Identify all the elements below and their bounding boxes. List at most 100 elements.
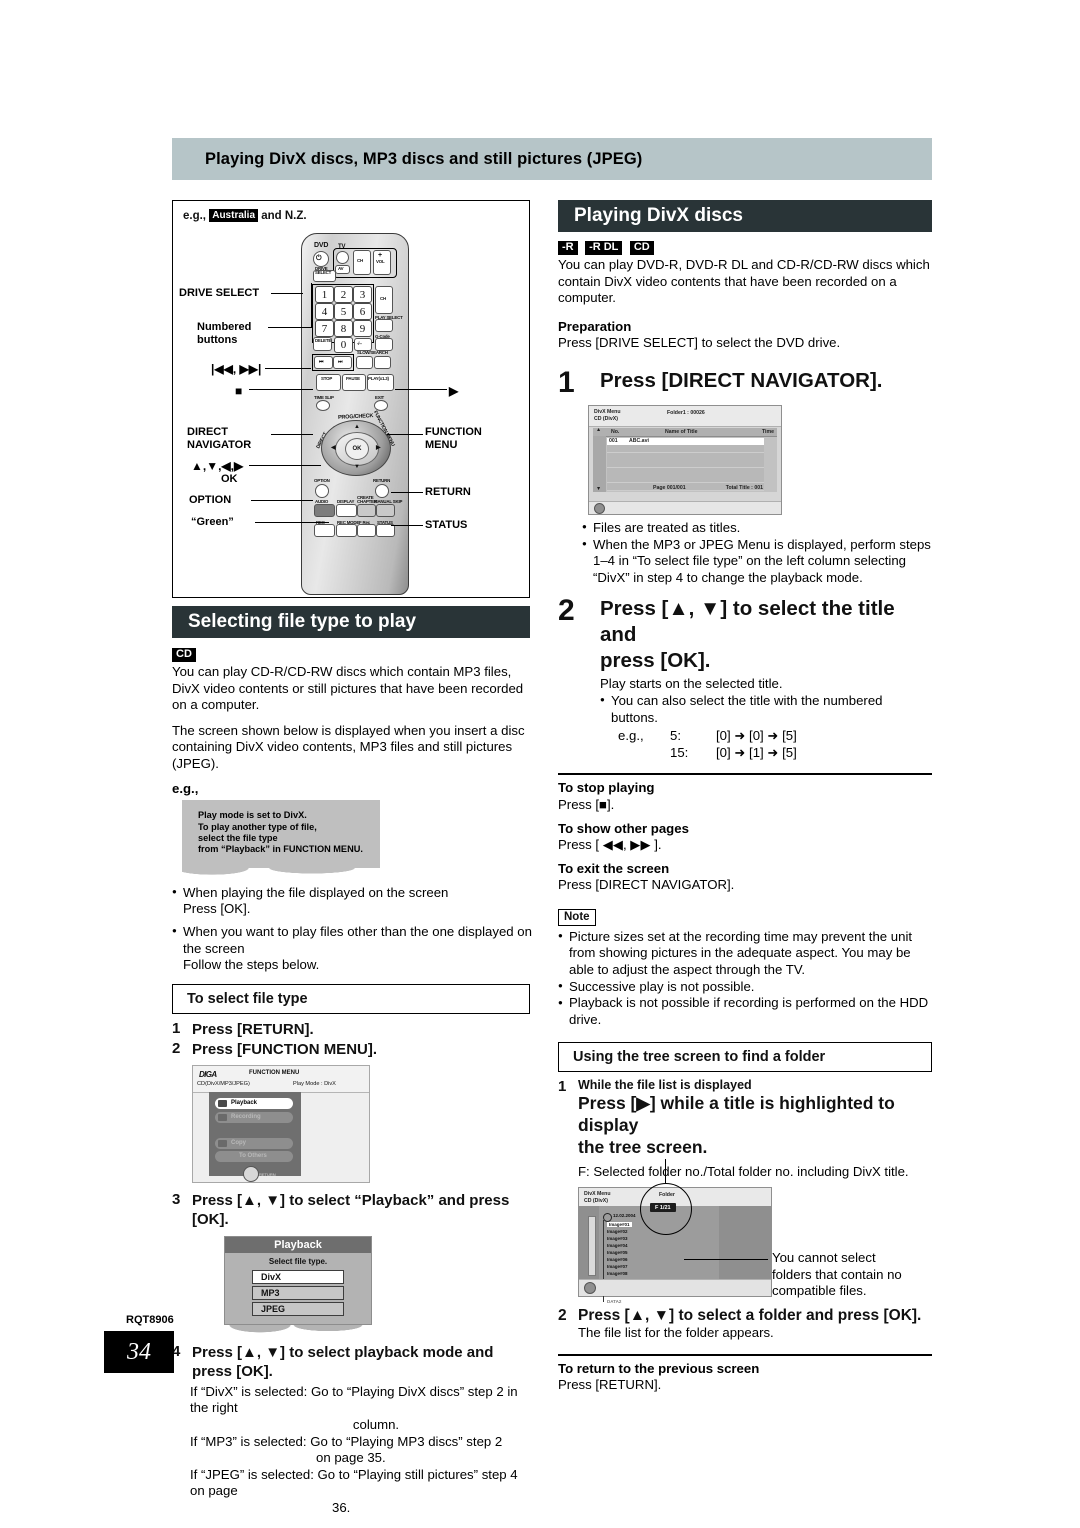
playback-icon — [218, 1099, 227, 1107]
step-1-num: 1 — [172, 1019, 181, 1037]
slow-search-label: SLOW/SEARCH — [357, 350, 388, 355]
tree-step-2-text: Press [▲, ▼] to select a folder and pres… — [578, 1307, 922, 1325]
eg-suffix: and N.Z. — [261, 210, 307, 222]
step-3-row: 3 Press [▲, ▼] to select “Playback” and … — [172, 1191, 532, 1229]
divx-step2-details: Play starts on the selected title. You c… — [600, 676, 932, 761]
step4-note-1-cond: If “DivX” is selected: — [190, 1383, 308, 1399]
leader-arrows — [249, 465, 321, 467]
onscreen-line-1: Play mode is set to DivX. — [198, 810, 307, 821]
playback-option-divx[interactable]: DivX — [252, 1269, 344, 1284]
playback-option-jpeg[interactable]: JPEG — [252, 1301, 344, 1316]
divx-menu-col-header: No. Name of Title Time — [593, 427, 777, 437]
drive-select-btn-label2: SELECT — [315, 270, 332, 275]
step-3-num: 3 — [172, 1190, 181, 1208]
tree-item-7[interactable]: Image#07 — [607, 1264, 628, 1269]
selecting-file-type-heading: Selecting file type to play — [188, 611, 417, 632]
dpad-glyph-icon — [243, 1165, 259, 1182]
function-menu-footer: RETURN — [259, 1171, 276, 1177]
note-1: Picture sizes set at the recording time … — [558, 928, 932, 979]
leader-stop — [249, 389, 313, 391]
function-menu-item-recording-label: Recording — [231, 1114, 261, 1121]
divx-step-2-num: 2 — [558, 594, 575, 628]
region-badge: Australia — [209, 209, 259, 222]
tree-item-8[interactable]: Image#08 — [607, 1271, 628, 1276]
tree-item-1[interactable]: Image#01 — [607, 1222, 632, 1228]
tree-item-3[interactable]: Image#03 — [607, 1236, 628, 1241]
divx-row-1[interactable]: 001 ABC.avi — [607, 437, 764, 446]
playback-dialog: Playback Select file type. DivX MP3 JPEG — [224, 1235, 372, 1325]
playback-option-mp3[interactable]: MP3 — [252, 1285, 344, 1300]
step-2-text: Press [FUNCTION MENU]. — [192, 1040, 378, 1058]
num-key-1: 1 — [315, 286, 334, 303]
how-to-2-text: Press [ ◀◀, ▶▶ ]. — [558, 837, 662, 853]
note-badge-row: Note — [558, 907, 932, 926]
tree-item-6[interactable]: Image#06 — [607, 1257, 628, 1262]
option-key-label: OPTION — [314, 478, 330, 483]
onscreen-message-box: Play mode is set to DivX. To play anothe… — [182, 800, 532, 879]
how-to-2-head: To show other pages — [558, 820, 689, 836]
gcode-label: G-Code — [375, 334, 390, 339]
function-menu-title: FUNCTION MENU — [249, 1069, 300, 1076]
leader-drive-select — [271, 293, 303, 295]
label-green: “Green” — [191, 516, 234, 528]
audio-button — [314, 504, 335, 517]
function-menu-panel: Playback Recording Copy To Others RETURN — [209, 1091, 301, 1182]
function-menu-item-copy-label: Copy — [231, 1140, 246, 1147]
f-callout-value: F 1/21 — [650, 1203, 676, 1213]
manual-skip-label: MANUAL SKIP — [374, 499, 403, 504]
label-ok: OK — [221, 473, 238, 485]
av-label: AV — [338, 266, 344, 272]
function-menu-disc: CD(DivX/MP3/JPEG) — [197, 1080, 250, 1087]
function-menu-screen: DIGA FUNCTION MENU CD(DivX/MP3/JPEG) Pla… — [192, 1064, 370, 1183]
function-menu-item-copy[interactable]: Copy — [215, 1137, 293, 1149]
selecting-bullet-2: When you want to play files other than t… — [172, 923, 532, 974]
tree-item-5[interactable]: Image#05 — [607, 1250, 628, 1255]
divx-step-2-row: 2 Press [▲, ▼] to select the title and p… — [558, 596, 932, 674]
selecting-bullet-1: When playing the file displayed on the s… — [172, 884, 532, 918]
tree-item-2[interactable]: Image#02 — [607, 1229, 628, 1234]
step-4-text: Press [▲, ▼] to select playback mode and… — [192, 1343, 494, 1380]
left-column: e.g., Australia and N.Z. DVD ⏻ TV AV CH … — [172, 200, 532, 1517]
divx-row-4[interactable] — [607, 460, 764, 469]
manual-page: Playing DivX discs, MP3 discs and still … — [0, 0, 1080, 1528]
function-menu-item-recording[interactable]: Recording — [215, 1111, 293, 1123]
dash-label: -/-- — [357, 341, 362, 346]
badge-r-dl: -R DL — [585, 240, 623, 255]
remote-control-diagram: e.g., Australia and N.Z. DVD ⏻ TV AV CH … — [172, 200, 530, 598]
audio-label: AUDIO — [315, 499, 329, 504]
divx-examples: e.g., 5: [0] ➜ [0] ➜ [5] 15: [0] ➜ [1] ➜… — [618, 728, 932, 761]
divx-row-2[interactable] — [607, 445, 764, 454]
divx-step-2-text-wrap: Press [▲, ▼] to select the title and pre… — [600, 596, 932, 674]
step-2-row: 2 Press [FUNCTION MENU]. — [172, 1040, 532, 1059]
divx-row-3[interactable] — [607, 452, 764, 461]
pause-label: PAUSE — [346, 376, 360, 381]
divx-example-2-keys: [0] ➜ [1] ➜ [5] — [716, 744, 797, 760]
dvd-label: DVD — [314, 242, 329, 249]
function-menu-item-playback-label: Playback — [231, 1100, 258, 1107]
label-option: OPTION — [189, 494, 232, 506]
leader-green — [255, 522, 329, 524]
tree-annotation: You cannot select folders that contain n… — [772, 1250, 932, 1300]
tree-scrollbar[interactable] — [588, 1216, 596, 1277]
copy-icon — [218, 1139, 227, 1147]
how-to-1-head: To stop playing — [558, 780, 655, 796]
ok-button: OK — [345, 438, 369, 460]
ch-label: CH — [380, 296, 386, 301]
leader-return — [391, 492, 423, 494]
diga-logo: DIGA — [199, 1069, 217, 1079]
divx-row-5[interactable] — [607, 467, 764, 476]
num-key-8: 8 — [334, 320, 353, 337]
scroll-down-icon: ▼ — [596, 485, 602, 492]
how-to-3-text: Press [DIRECT NAVIGATOR]. — [558, 877, 735, 893]
label-return: RETURN — [425, 486, 471, 498]
manual-skip-button — [376, 504, 395, 517]
time-slip-button — [316, 400, 330, 411]
function-menu-item-playback[interactable]: Playback — [215, 1097, 293, 1109]
label-stop: ■ — [235, 384, 243, 398]
divx-row-6[interactable] — [607, 475, 764, 484]
divx-total-label: Total Title : 001 — [725, 485, 763, 492]
note-2: Successive play is not possible. — [558, 978, 932, 996]
tree-item-4[interactable]: Image#04 — [607, 1243, 628, 1248]
selecting-bullet-2-text: When you want to play files other than t… — [183, 923, 532, 956]
function-menu-item-to-others[interactable]: To Others — [215, 1150, 293, 1162]
